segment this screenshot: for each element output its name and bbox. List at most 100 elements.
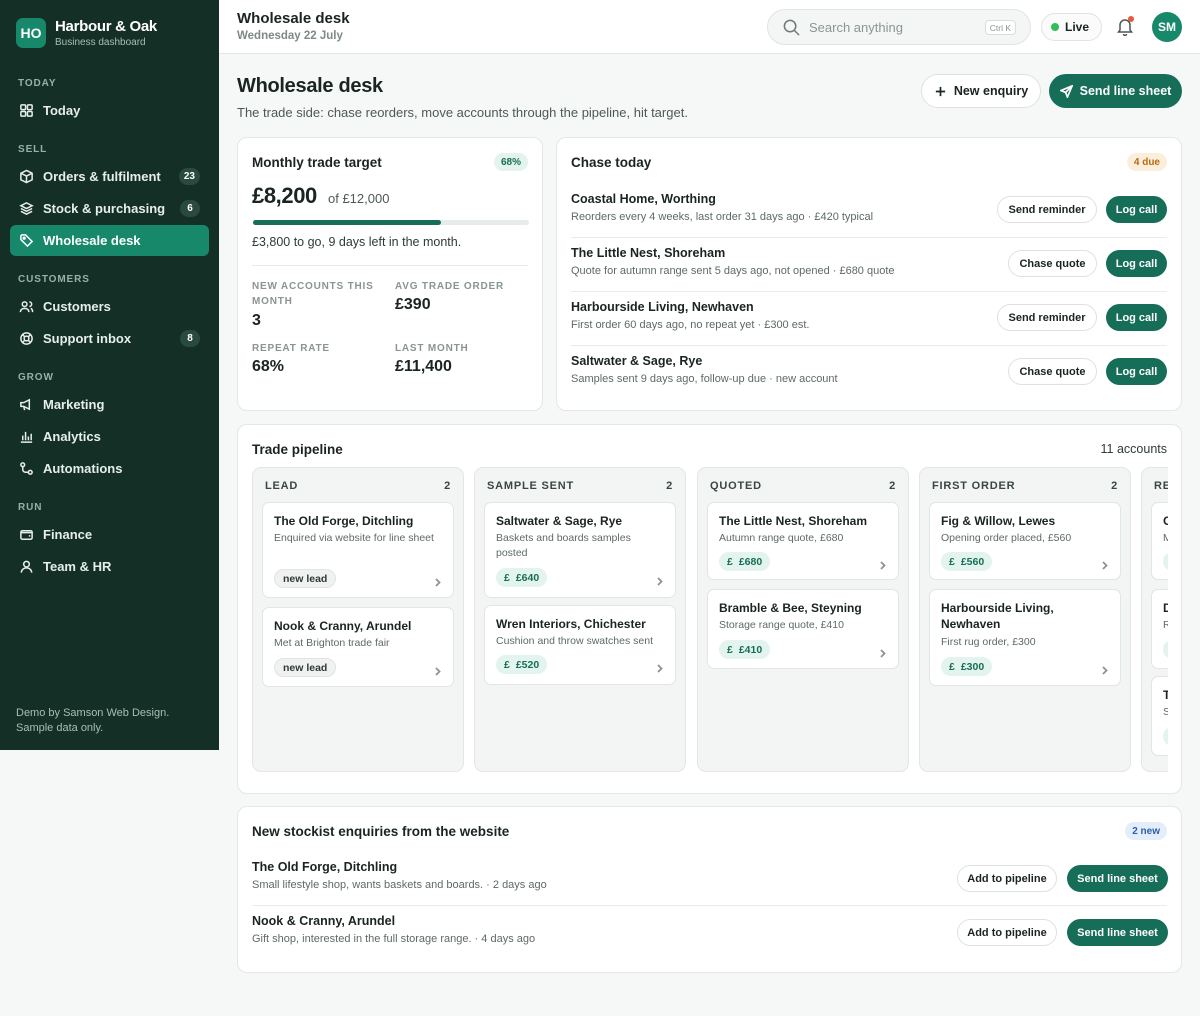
deal-detail: M [1163,532,1168,544]
enquiry-row: The Old Forge, Ditchling Small lifestyle… [238,852,1181,906]
add-to-pipeline-button[interactable]: Add to pipeline [957,865,1057,892]
deal-card[interactable]: Saltwater & Sage, Rye Baskets and boards… [484,502,676,598]
deal-name: Nook & Cranny, Arundel [274,619,412,633]
lifebuoy-icon [18,331,34,347]
chase-row: Coastal Home, Worthing Reorders every 4 … [557,184,1181,238]
deal-card[interactable]: Nook & Cranny, Arundel Met at Brighton t… [262,607,454,687]
send-reminder-button[interactable]: Send reminder [997,196,1097,223]
log-call-button[interactable]: Log call [1106,304,1167,331]
pound-icon: £ [949,660,955,673]
account-name: Coastal Home, Worthing [571,192,716,206]
sidebar-item-marketing[interactable]: Marketing [10,389,209,420]
chase-quote-button[interactable]: Chase quote [1008,358,1097,385]
brand-name: Harbour & Oak [55,18,157,35]
deal-tag: new lead [274,569,337,588]
sidebar-item-wholesale[interactable]: Wholesale desk [10,225,209,256]
sidebar: HO Harbour & Oak Business dashboard TODA… [0,0,219,750]
pipeline-column-first-order: FIRST ORDER 2 Fig & Willow, Lewes Opening… [919,467,1131,772]
chase-row: The Little Nest, Shoreham Quote for autu… [557,238,1181,292]
account-name: The Little Nest, Shoreham [571,246,726,260]
deal-card[interactable]: C M [1151,502,1168,580]
nav-section-grow: GROW [18,372,54,383]
target-progress-fill [253,220,441,225]
send-reminder-button[interactable]: Send reminder [997,304,1097,331]
chase-quote-button[interactable]: Chase quote [1008,250,1097,277]
deal-card[interactable]: Fig & Willow, Lewes Opening order placed… [929,502,1121,580]
account-name: Harbourside Living, Newhaven [571,300,754,314]
nav-section-customers: CUSTOMERS [18,274,90,285]
sidebar-item-team[interactable]: Team & HR [10,551,209,582]
send-line-sheet-button[interactable]: Send line sheet [1067,865,1168,892]
pound-icon: £ [727,555,733,568]
column-title: QUOTED [710,480,762,492]
notification-dot [1128,16,1134,22]
pipeline-column-repeat: RE C M D R T S [1141,467,1168,772]
deal-card[interactable]: Wren Interiors, Chichester Cushion and t… [484,605,676,685]
chevron-right-icon [1100,662,1109,675]
new-enquiry-label: New enquiry [953,84,1029,98]
nav-section-sell: SELL [18,144,48,155]
sidebar-item-customers[interactable]: Customers [10,291,209,322]
megaphone-icon [18,397,34,413]
enquiry-detail: Gift shop, interested in the full storag… [252,933,536,945]
grid-icon [18,103,34,119]
enquiry-name: Nook & Cranny, Arundel [252,914,396,928]
column-count: 2 [666,480,673,492]
deal-detail: Storage range quote, £410 [719,619,844,631]
deal-value: £300 [960,660,985,673]
footer-line: Demo by Samson Web Design. [16,707,170,719]
deal-detail: Opening order placed, £560 [941,532,1072,544]
bar-chart-icon [18,429,34,445]
avatar[interactable]: SM [1152,12,1182,42]
sidebar-item-support[interactable]: Support inbox 8 [10,323,209,354]
log-call-button[interactable]: Log call [1106,250,1167,277]
search-input[interactable]: Search anything Ctrl K [767,9,1031,45]
search-placeholder: Search anything [809,20,903,35]
stockist-enquiries-card: New stockist enquiries from the website … [237,806,1182,973]
deal-card[interactable]: The Old Forge, Ditchling Enquired via we… [262,502,454,598]
sidebar-item-finance[interactable]: Finance [10,519,209,550]
log-call-button[interactable]: Log call [1106,358,1167,385]
column-count: 2 [444,480,451,492]
column-count: 2 [1111,480,1118,492]
live-dot-icon [1051,23,1059,31]
count-badge: 6 [180,200,200,217]
chase-row: Saltwater & Sage, Rye Samples sent 9 day… [557,346,1181,400]
sidebar-item-automations[interactable]: Automations [10,453,209,484]
sidebar-item-stock[interactable]: Stock & purchasing 6 [10,193,209,224]
pipeline-column-sample-sent: SAMPLE SENT 2 Saltwater & Sage, Rye Baske… [474,467,686,772]
account-name: Saltwater & Sage, Rye [571,354,703,368]
deal-name: T [1163,688,1168,702]
due-badge: 4 due [1126,153,1167,171]
log-call-button[interactable]: Log call [1106,196,1167,223]
live-status-button[interactable]: Live [1041,13,1103,41]
stat-value: 3 [252,312,261,329]
add-to-pipeline-button[interactable]: Add to pipeline [957,919,1057,946]
deal-value-tag [1163,727,1168,746]
pipeline-board[interactable]: LEAD 2 The Old Forge, Ditchling Enquired … [252,467,1168,775]
send-line-sheet-button[interactable]: Send line sheet [1067,919,1168,946]
pipeline-column-quoted: QUOTED 2 The Little Nest, Shoreham Autumn… [697,467,909,772]
card-title: Chase today [571,155,652,170]
sidebar-item-today[interactable]: Today [10,95,209,126]
notifications-button[interactable] [1116,16,1134,37]
deal-card[interactable]: D R [1151,589,1168,669]
nav-section-run: RUN [18,502,43,513]
send-line-sheet-button[interactable]: Send line sheet [1049,74,1182,108]
column-title: LEAD [265,480,299,492]
column-title: FIRST ORDER [932,480,1016,492]
deal-card[interactable]: Bramble & Bee, Steyning Storage range qu… [707,589,899,669]
deal-value-tag: £ £300 [941,657,993,676]
deal-value: £520 [515,658,540,671]
brand[interactable]: HO Harbour & Oak Business dashboard [0,0,219,66]
new-enquiry-button[interactable]: New enquiry [921,74,1041,108]
sidebar-item-orders[interactable]: Orders & fulfilment 23 [10,161,209,192]
sidebar-item-analytics[interactable]: Analytics [10,421,209,452]
deal-card[interactable]: T S [1151,676,1168,756]
target-percent-badge: 68% [493,153,528,171]
deal-card[interactable]: The Little Nest, Shoreham Autumn range q… [707,502,899,580]
deal-name: Harbourside Living, Newhaven [941,601,1054,631]
chevron-right-icon [655,660,664,673]
deal-card[interactable]: Harbourside Living, Newhaven First rug o… [929,589,1121,686]
sidebar-item-label: Analytics [43,429,101,444]
